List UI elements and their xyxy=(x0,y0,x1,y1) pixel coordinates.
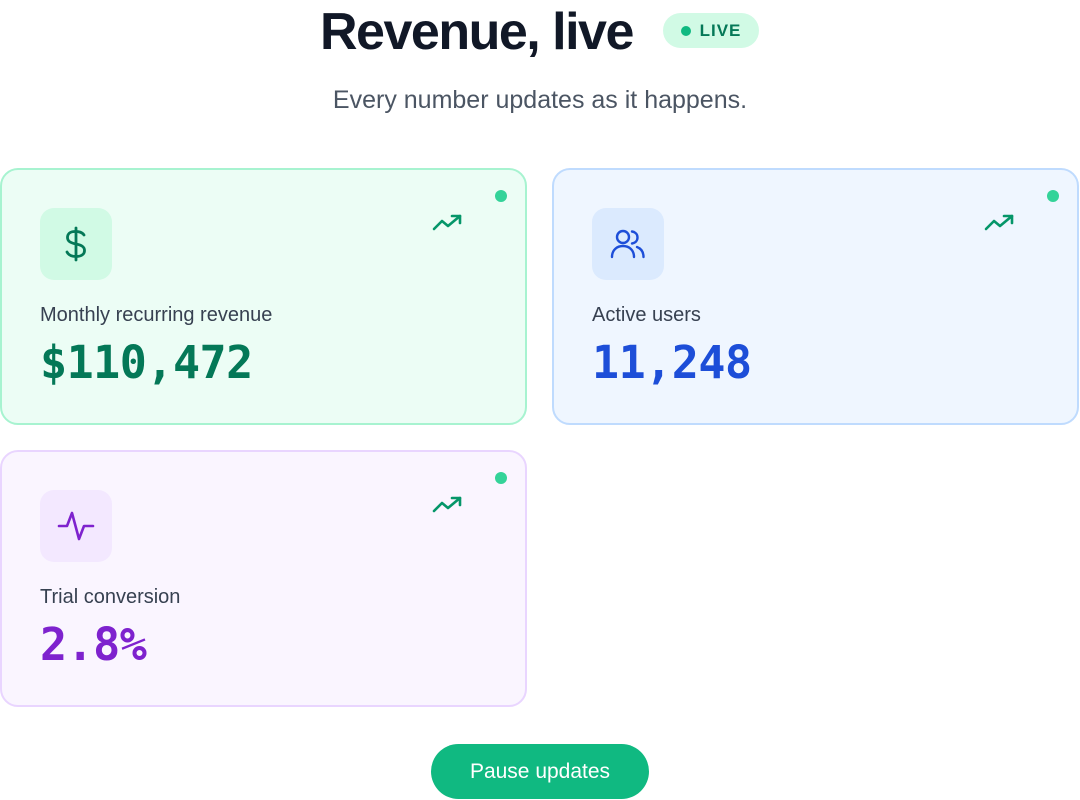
live-status-dot-icon xyxy=(495,190,507,202)
metric-label: Active users xyxy=(592,304,701,326)
activity-icon-box xyxy=(40,490,112,562)
users-icon xyxy=(610,229,645,259)
metric-card-trial-conversion: Trial conversion 2.8% xyxy=(0,450,527,707)
users-icon-box xyxy=(592,208,664,280)
live-status-dot-icon xyxy=(1047,190,1059,202)
metric-label: Monthly recurring revenue xyxy=(40,304,273,326)
metric-value: $110,472 xyxy=(40,336,253,389)
dollar-icon-box xyxy=(40,208,112,280)
header: Revenue, live LIVE xyxy=(0,0,1080,62)
trending-up-icon xyxy=(432,496,462,513)
page-subtitle: Every number updates as it happens. xyxy=(332,86,748,114)
page-title: Revenue, live xyxy=(320,3,634,61)
trending-up-icon xyxy=(432,214,462,231)
live-badge-label: LIVE xyxy=(699,20,742,40)
metric-value: 2.8% xyxy=(40,618,147,671)
metric-label: Trial conversion xyxy=(40,586,181,608)
metric-card-mrr: Monthly recurring revenue $110,472 xyxy=(0,168,527,425)
metric-card-active-users: Active users 11,248 xyxy=(552,168,1079,425)
dollar-icon xyxy=(65,226,86,262)
pause-updates-button[interactable]: Pause updates xyxy=(431,744,649,799)
live-badge: LIVE xyxy=(663,13,759,48)
activity-icon xyxy=(57,511,95,541)
live-status-dot-icon xyxy=(495,472,507,484)
trending-up-icon xyxy=(984,214,1014,231)
metric-value: 11,248 xyxy=(592,336,752,389)
live-dot-icon xyxy=(680,25,691,36)
